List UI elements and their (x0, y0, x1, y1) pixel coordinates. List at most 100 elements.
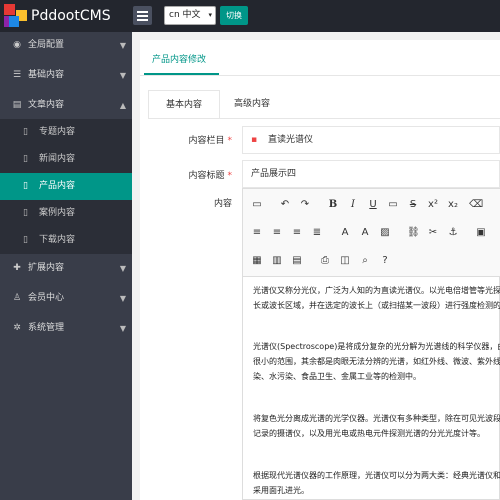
required-marker: * (227, 171, 233, 181)
file-icon: ▯ (23, 181, 28, 191)
source-icon[interactable]: ▭ (251, 199, 263, 211)
chevron-down-icon: ▼ (119, 41, 126, 50)
sidebar-item-article-content[interactable]: ▤ 文章内容 ▲ (0, 92, 132, 119)
redo-icon[interactable]: ↷ (299, 199, 311, 211)
sidebar-item-label: 扩展内容 (28, 263, 65, 273)
align-right-icon[interactable]: ≡ (291, 227, 303, 239)
divider (148, 118, 500, 119)
italic-icon[interactable]: I (347, 199, 359, 211)
content-paragraph: 记录的摄谱仪，以及用光电或热电元件探测光谱的分光光度计等。 (253, 429, 485, 438)
print-icon[interactable]: ⎙ (319, 255, 331, 267)
file-icon: ▯ (23, 127, 28, 137)
sidebar-item-label: 基础内容 (28, 70, 65, 80)
user-icon: ♙ (12, 293, 22, 303)
sidebar: ◉ 全局配置 ▼ ☰ 基础内容 ▼ ▤ 文章内容 ▲ ▯ 专题内容 ▯ 新闻内容… (0, 32, 132, 500)
font-size-icon[interactable]: A (359, 227, 371, 239)
top-bar: PddootCMS cn 中文 ▾ 切换 (0, 0, 500, 32)
content-label: 内容 (213, 199, 232, 209)
paint-icon[interactable]: ▨ (379, 227, 391, 239)
column-select-value: 直读光谱仪 (267, 135, 313, 145)
required-icon: ▪ (251, 135, 258, 145)
align-left-icon[interactable]: ≡ (251, 227, 263, 239)
language-select-value: cn 中文 (169, 10, 201, 20)
sidebar-item-global-config[interactable]: ◉ 全局配置 ▼ (0, 32, 132, 59)
logo (4, 4, 28, 28)
sidebar-subitem-label: 专题内容 (39, 127, 76, 137)
title-label-text: 内容标题 (188, 171, 225, 181)
superscript-icon[interactable]: x² (427, 199, 439, 211)
main-content: 产品内容修改 基本内容 高级内容 内容栏目 * ▪ 直读光谱仪 内容标题 * 产品展… (132, 32, 500, 500)
content-paragraph: 长或波长区域，并在选定的波长上（或扫描某一波段）进行强度检测的分光仪器。 (253, 301, 500, 310)
underline-icon[interactable]: U (367, 199, 379, 211)
sidebar-subitem-label: 新闻内容 (39, 154, 76, 164)
column-select[interactable]: ▪ 直读光谱仪 (242, 126, 500, 154)
subscript-icon[interactable]: x₂ (447, 199, 459, 211)
content-paragraph: 很小的范围，其余都是肉眼无法分辨的光谱，如红外线、微波、紫外线、X射线等等。通过… (253, 357, 500, 366)
content-paragraph: 将复色光分离成光谱的光学仪器。光谱仪有多种类型，除在可见光波段使用的光谱仪外，还… (253, 414, 500, 423)
row-icon[interactable]: ▤ (291, 255, 303, 267)
eraser-icon[interactable]: ⌫ (469, 199, 483, 211)
font-color-icon[interactable]: A (339, 227, 351, 239)
file-icon: ▯ (23, 208, 28, 218)
gear-icon: ✲ (13, 323, 21, 333)
file-icon: ▯ (23, 154, 28, 164)
sliders-icon: ☰ (12, 70, 22, 80)
chevron-down-icon: ▼ (119, 324, 126, 333)
edit-panel: 产品内容修改 基本内容 高级内容 内容栏目 * ▪ 直读光谱仪 内容标题 * 产品展… (140, 40, 500, 500)
tab-advanced[interactable]: 高级内容 (224, 90, 280, 118)
column-icon[interactable]: ▥ (271, 255, 283, 267)
column-label: 内容栏目 * (188, 133, 232, 146)
search-icon[interactable]: ⌕ (359, 255, 371, 267)
divider (140, 75, 500, 76)
sidebar-item-extended-content[interactable]: ✚ 扩展内容 ▼ (0, 255, 132, 282)
undo-icon[interactable]: ↶ (279, 199, 291, 211)
anchor-icon[interactable]: ⚓ (447, 227, 459, 239)
sidebar-item-member-center[interactable]: ♙ 会员中心 ▼ (0, 285, 132, 312)
chevron-down-icon: ▼ (119, 71, 126, 80)
content-paragraph: 染、水污染、食品卫生、金属工业等的检测中。 (253, 372, 421, 381)
sidebar-item-basic-content[interactable]: ☰ 基础内容 ▼ (0, 62, 132, 89)
table-icon[interactable]: ▦ (251, 255, 263, 267)
tab-basic[interactable]: 基本内容 (148, 90, 220, 118)
image-icon[interactable]: ▣ (475, 227, 487, 239)
sidebar-subitem-products[interactable]: ▯ 产品内容 (0, 173, 132, 200)
chevron-down-icon: ▾ (208, 11, 212, 19)
sidebar-item-label: 全局配置 (28, 40, 65, 50)
globe-icon: ◉ (13, 40, 21, 50)
sidebar-subitem-news[interactable]: ▯ 新闻内容 (0, 146, 132, 173)
bold-icon[interactable]: B (327, 199, 339, 211)
puzzle-icon: ✚ (13, 263, 21, 273)
sidebar-subitem-label: 产品内容 (39, 181, 76, 191)
sidebar-subitem-label: 案例内容 (39, 208, 76, 218)
chevron-down-icon: ▼ (119, 294, 126, 303)
language-select[interactable]: cn 中文 ▾ (164, 6, 216, 25)
menu-toggle-button[interactable] (133, 6, 152, 25)
sidebar-item-label: 会员中心 (28, 293, 65, 303)
align-center-icon[interactable]: ≡ (271, 227, 283, 239)
strikethrough-icon[interactable]: S (407, 199, 419, 211)
sidebar-item-label: 系统管理 (28, 323, 65, 333)
sidebar-item-system-management[interactable]: ✲ 系统管理 ▼ (0, 315, 132, 342)
sidebar-subitem-topic[interactable]: ▯ 专题内容 (0, 119, 132, 146)
switch-language-button[interactable]: 切换 (220, 6, 248, 25)
title-label: 内容标题 * (188, 168, 232, 181)
help-icon[interactable]: ? (379, 255, 391, 267)
sidebar-subitem-label: 下载内容 (39, 235, 76, 245)
required-marker: * (227, 136, 233, 146)
frame-icon[interactable]: ▭ (387, 199, 399, 211)
align-justify-icon[interactable]: ≣ (311, 227, 323, 239)
sidebar-item-label: 文章内容 (28, 100, 65, 110)
sidebar-subitem-downloads[interactable]: ▯ 下载内容 (0, 227, 132, 254)
content-paragraph: 根据现代光谱仪器的工作原理，光谱仪可以分为两大类：经典光谱仪和新型光谱仪。经典光… (253, 471, 500, 480)
unlink-icon[interactable]: ✂ (427, 227, 439, 239)
title-input[interactable]: 产品展示四 (242, 160, 500, 188)
file-icon: ▯ (23, 235, 28, 245)
rich-text-editor[interactable]: ▭ ↶ ↷ B I U ▭ S x² x₂ ⌫ ≡ ≡ ≡ ≣ A A ▨ ⛓ (242, 188, 500, 500)
content-paragraph: 光谱仪又称分光仪，广泛为人知的为直读光谱仪。以光电倍增管等光探测器测量谱线不同波 (253, 286, 500, 295)
tab-product-edit[interactable]: 产品内容修改 (152, 52, 206, 65)
preview-icon[interactable]: ◫ (339, 255, 351, 267)
link-icon[interactable]: ⛓ (407, 227, 420, 239)
chevron-up-icon: ▲ (119, 101, 126, 110)
brand-title: PddootCMS (31, 8, 111, 24)
sidebar-subitem-cases[interactable]: ▯ 案例内容 (0, 200, 132, 227)
